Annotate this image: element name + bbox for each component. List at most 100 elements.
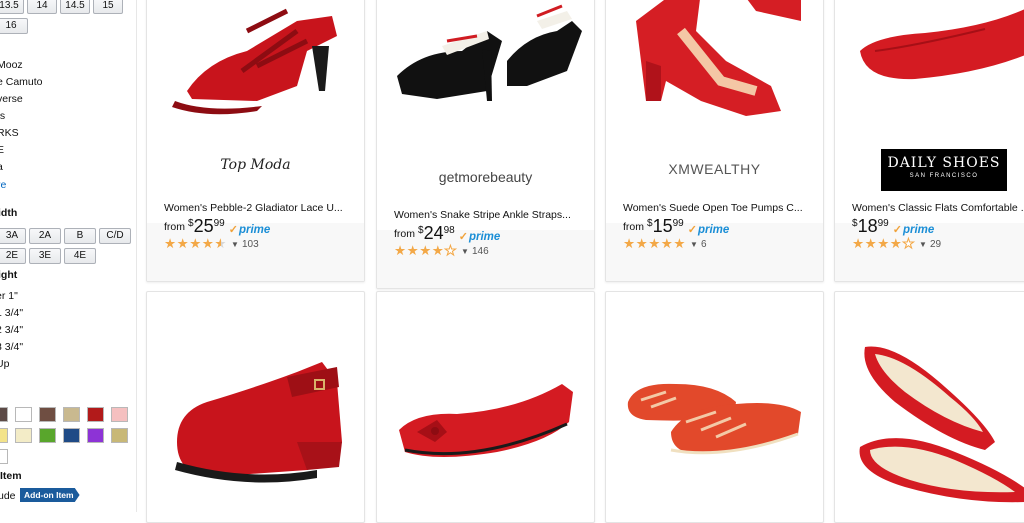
brand-filter-item[interactable]: RKS	[0, 127, 19, 139]
width-button[interactable]: 2E	[0, 248, 26, 264]
prime-check-icon: ✓	[228, 224, 238, 236]
prime-label: prime	[468, 230, 501, 243]
product-price: from $ 25 99 ✓ prime	[164, 217, 270, 236]
product-title[interactable]: Women's Suede Open Toe Pumps C...	[623, 202, 805, 214]
product-rating[interactable]: ★★★★★ ▼ 6	[623, 237, 707, 251]
product-image[interactable]	[377, 0, 594, 121]
product-image[interactable]	[606, 292, 823, 513]
caret-down-icon[interactable]: ▼	[231, 240, 239, 249]
price-cents: 99	[213, 218, 225, 229]
width-heading: idth	[0, 207, 18, 219]
width-button[interactable]: 3E	[29, 248, 61, 264]
addon-item-badge: Add-on Item	[20, 488, 80, 502]
width-button[interactable]: 4E	[64, 248, 96, 264]
product-image[interactable]	[147, 292, 364, 513]
product-card[interactable]: Top Moda Women's Pebble-2 Gladiator Lace…	[146, 0, 365, 282]
color-swatch[interactable]	[111, 428, 128, 443]
prime-check-icon: ✓	[892, 224, 902, 236]
brand-logo-subtitle: SAN FRANCISCO	[909, 173, 979, 179]
color-swatch[interactable]	[39, 407, 56, 422]
color-swatch[interactable]	[87, 428, 104, 443]
size-button[interactable]: 13.5	[0, 0, 24, 14]
heel-option[interactable]: 2 3/4"	[0, 324, 23, 336]
product-card[interactable]	[605, 291, 824, 523]
price-cents: 98	[443, 225, 455, 236]
heel-option[interactable]: Up	[0, 358, 9, 370]
product-title[interactable]: Women's Pebble-2 Gladiator Lace U...	[164, 202, 346, 214]
prime-check-icon: ✓	[687, 224, 697, 236]
product-image[interactable]	[835, 0, 1024, 91]
product-image[interactable]	[606, 0, 823, 129]
prime-badge: ✓ prime	[458, 230, 501, 244]
product-image[interactable]	[377, 292, 594, 513]
product-card[interactable]: DAILY SHOES SAN FRANCISCO Women's Classi…	[834, 0, 1024, 282]
size-button[interactable]: 14.5	[60, 0, 90, 14]
price-whole: 24	[423, 223, 444, 243]
product-rating[interactable]: ★★★★★ ▼ 29	[852, 236, 941, 251]
price-from-label: from	[394, 228, 415, 240]
product-rating[interactable]: ★★★★★ ▼ 103	[164, 237, 259, 251]
prime-label: prime	[238, 223, 271, 236]
color-swatch[interactable]	[87, 407, 104, 422]
brand-filter-item[interactable]: a	[0, 161, 3, 173]
brand-filter-item[interactable]: E	[0, 144, 4, 156]
review-count[interactable]: 103	[242, 239, 259, 250]
size-row-2: 16	[0, 18, 28, 34]
width-button[interactable]: 2A	[29, 228, 61, 244]
include-addon-label[interactable]: ude	[0, 490, 16, 502]
price-whole: 15	[652, 216, 673, 236]
caret-down-icon[interactable]: ▼	[919, 240, 927, 249]
price-whole: 18	[857, 216, 878, 236]
brand-filter-item[interactable]: Mooz	[0, 59, 23, 71]
color-swatch[interactable]	[63, 407, 80, 422]
product-card[interactable]: XMWEALTHY Women's Suede Open Toe Pumps C…	[605, 0, 824, 282]
heel-option[interactable]: 1 3/4"	[0, 307, 23, 319]
product-title[interactable]: Women's Classic Flats Comfortable ...	[852, 202, 1024, 214]
review-count[interactable]: 29	[930, 239, 941, 250]
color-swatch[interactable]	[111, 407, 128, 422]
color-swatch[interactable]	[0, 428, 8, 443]
width-row-2: 2E 3E 4E	[0, 248, 96, 264]
prime-badge: ✓ prime	[892, 223, 935, 237]
prime-check-icon: ✓	[458, 231, 468, 243]
product-card[interactable]	[376, 291, 595, 523]
width-button[interactable]: C/D	[99, 228, 131, 244]
color-swatch[interactable]	[0, 449, 8, 464]
heel-height-heading: ight	[0, 269, 18, 281]
color-swatch[interactable]	[15, 407, 32, 422]
price-cents: 99	[672, 218, 684, 229]
brand-filter-item[interactable]: e Camuto	[0, 76, 43, 88]
brand-logo: XMWEALTHY	[668, 161, 761, 177]
review-count[interactable]: 6	[701, 239, 707, 250]
product-image[interactable]	[835, 292, 1024, 513]
color-swatch[interactable]	[39, 428, 56, 443]
brand-filter-item[interactable]: verse	[0, 93, 23, 105]
width-row-1: 3A 2A B C/D	[0, 228, 131, 244]
size-button[interactable]: 15	[93, 0, 123, 14]
see-more-link[interactable]: re	[0, 179, 6, 191]
product-card[interactable]	[834, 291, 1024, 523]
width-button[interactable]: B	[64, 228, 96, 244]
heel-option[interactable]: 3 3/4"	[0, 341, 23, 353]
product-card[interactable]	[146, 291, 365, 523]
product-rating[interactable]: ★★★★★ ▼ 146	[394, 243, 489, 258]
brand-filter-item[interactable]: ts	[0, 110, 5, 122]
caret-down-icon[interactable]: ▼	[690, 240, 698, 249]
width-button[interactable]: 3A	[0, 228, 26, 244]
product-title[interactable]: Women's Snake Stripe Ankle Straps...	[394, 209, 576, 221]
product-image[interactable]	[147, 0, 364, 126]
color-swatch[interactable]	[63, 428, 80, 443]
color-swatch[interactable]	[0, 407, 8, 422]
price-cents: 99	[877, 218, 889, 229]
review-count[interactable]: 146	[472, 246, 489, 257]
addon-section-heading: Item	[0, 470, 22, 482]
color-swatch[interactable]	[15, 428, 32, 443]
brand-logo: DAILY SHOES SAN FRANCISCO	[881, 149, 1007, 191]
price-from-label: from	[164, 221, 185, 233]
product-card[interactable]: getmorebeauty Women's Snake Stripe Ankle…	[376, 0, 595, 289]
heel-option[interactable]: er 1"	[0, 290, 18, 302]
product-price: from $ 24 98 ✓ prime	[394, 224, 500, 243]
caret-down-icon[interactable]: ▼	[461, 247, 469, 256]
size-button[interactable]: 16	[0, 18, 28, 34]
size-button[interactable]: 14	[27, 0, 57, 14]
